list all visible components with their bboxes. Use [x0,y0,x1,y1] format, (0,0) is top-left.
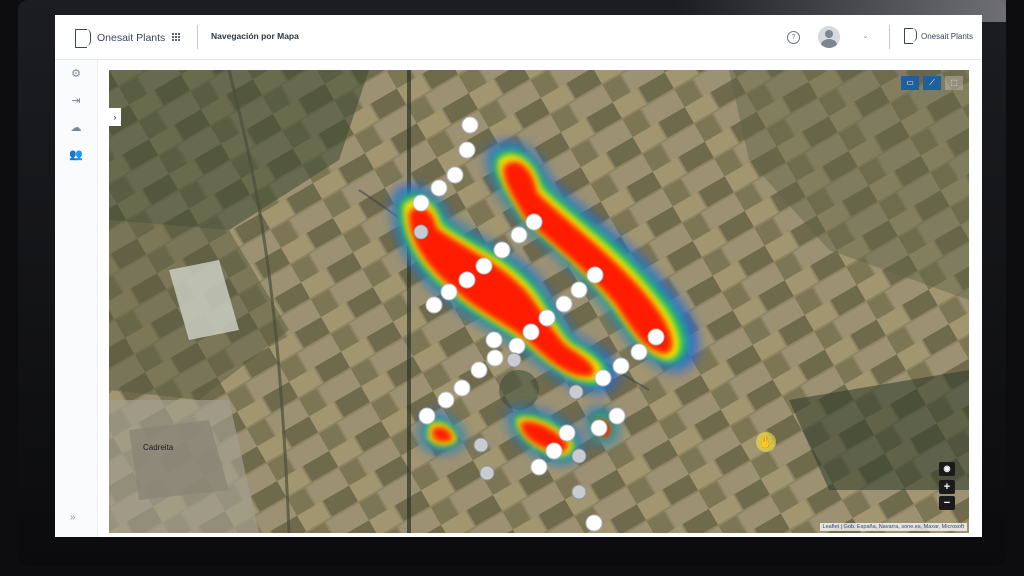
header-divider [197,25,198,49]
users-icon[interactable]: 👥 [69,149,83,161]
cloud-sync-icon[interactable]: ☁ [69,122,83,134]
zoom-in-button[interactable]: + [939,480,955,494]
brand-name: Onesait Plants [97,32,166,44]
onesait-logo-icon [75,28,91,48]
plants-icon[interactable]: ⚙ [69,68,83,80]
map-toolbar: ▭ ⟋ ⬚ [901,76,963,90]
export-icon[interactable]: ⇥ [69,95,83,107]
top-bar: Onesait Plants Navegación por Mapa ? ⌄ O… [55,15,982,60]
left-sidebar: ⚙ ⇥ ☁ 👥 » [55,60,98,537]
header-divider-right [889,25,890,49]
page-title: Navegación por Mapa [211,31,299,41]
draw-line-tool-icon[interactable]: ⟋ [923,76,941,90]
eye-icon[interactable]: ◉ [939,462,955,476]
monitor-tool-icon[interactable]: ▭ [901,76,919,90]
zoom-out-button[interactable]: − [939,496,955,510]
select-area-tool-icon[interactable]: ⬚ [945,76,963,90]
brand-logo-right: Onesait Plants [904,28,973,44]
onesait-logo-icon-right [904,28,917,44]
help-icon[interactable]: ? [787,31,800,44]
apps-grid-icon[interactable] [172,33,181,42]
town-label: Cadreita [143,443,174,452]
brand-logo[interactable]: Onesait Plants [75,27,165,49]
map-attribution[interactable]: Leaflet | Gob. España, Navarra, sone.es,… [819,523,967,531]
app-screen: Onesait Plants Navegación por Mapa ? ⌄ O… [55,15,982,537]
map-canvas: Cadreita [109,70,969,533]
brand-name-right: Onesait Plants [921,31,974,41]
expand-sidebar-icon[interactable]: » [70,512,76,523]
chevron-down-icon[interactable]: ⌄ [862,31,869,40]
user-avatar[interactable] [818,26,840,48]
collapse-panel-button[interactable]: › [109,108,121,126]
hand-cursor-icon: ✋ [756,432,776,452]
satellite-map[interactable]: Cadreita › ▭ ⟋ ⬚ ✋ ◉ + − Leaflet | Gob. … [109,70,969,533]
